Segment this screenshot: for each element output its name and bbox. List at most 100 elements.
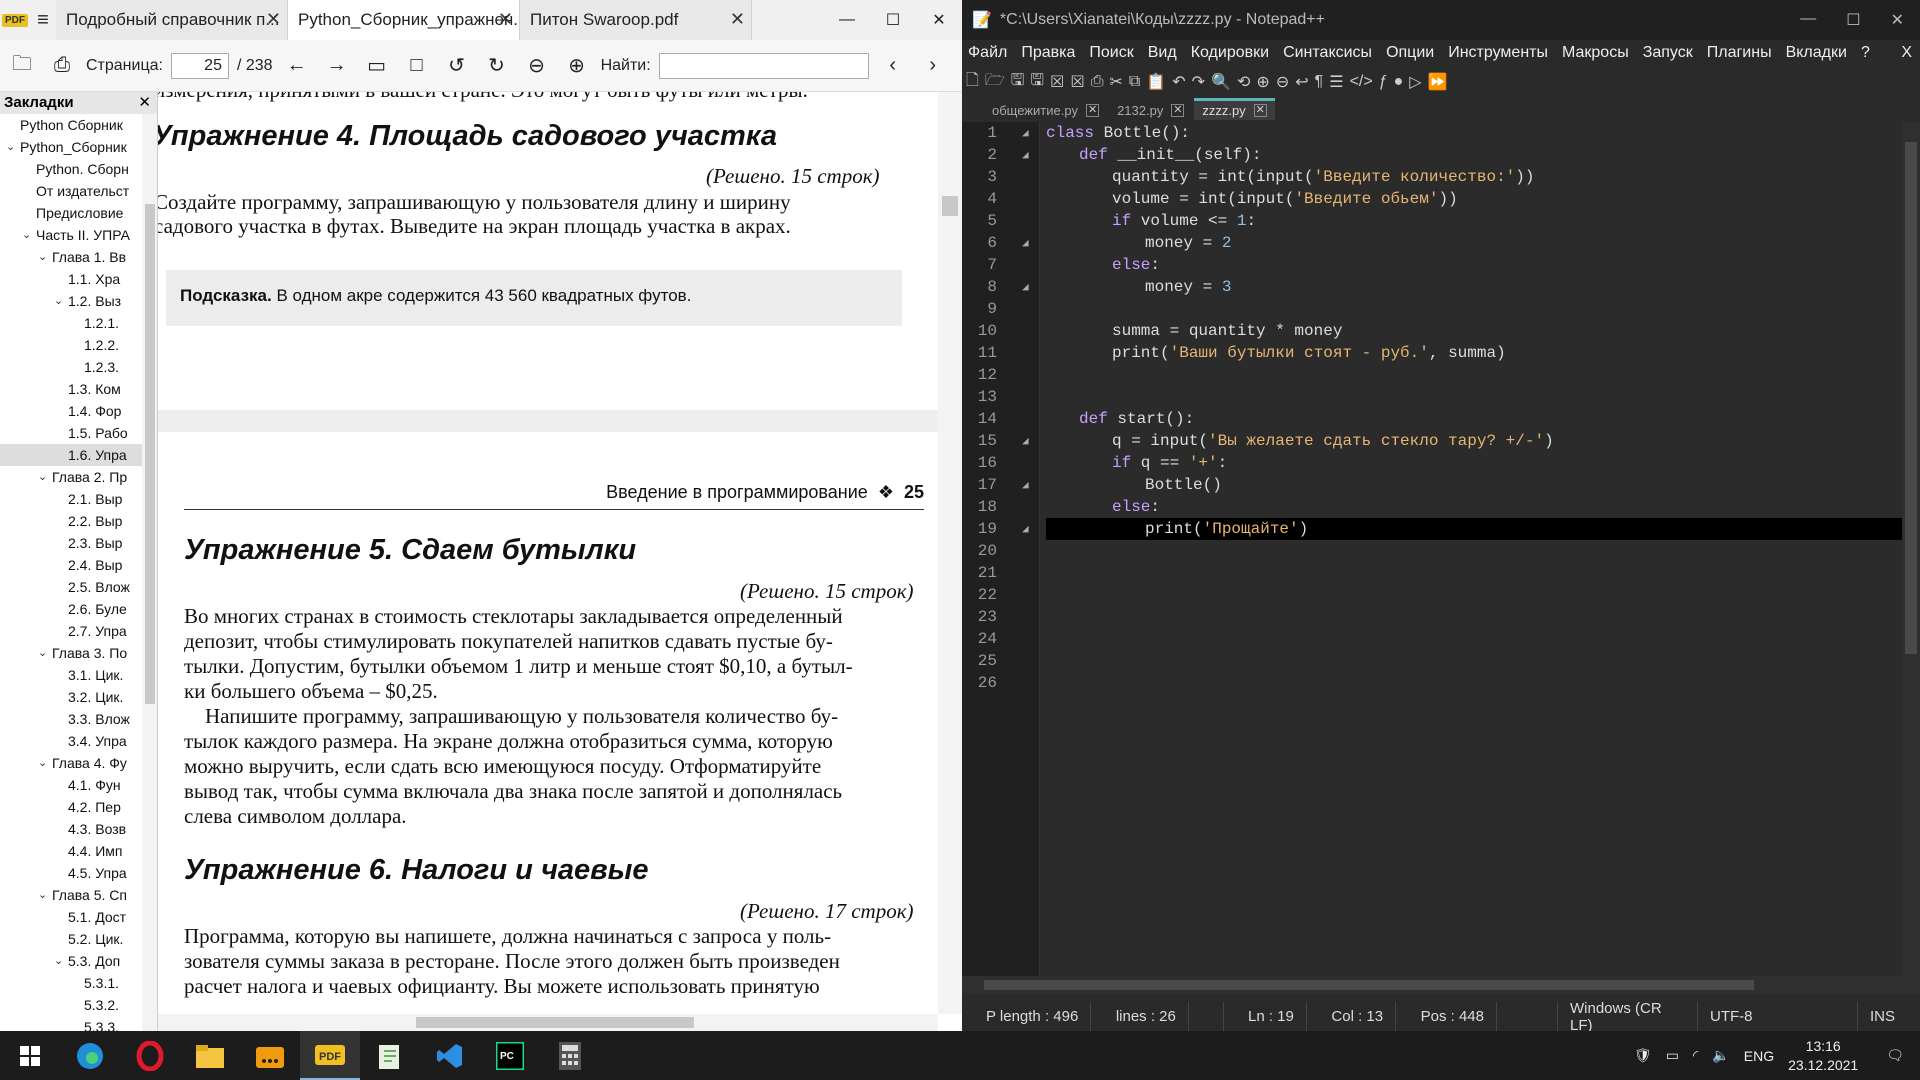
function-list-icon[interactable]: ƒ: [1379, 73, 1388, 91]
bookmark-item[interactable]: ⌄ Глава 5. Сп: [0, 884, 157, 906]
zoom-out-icon[interactable]: ⊖: [1276, 72, 1289, 92]
menu-item[interactable]: Запуск: [1643, 44, 1693, 62]
bookmark-item[interactable]: 4.4. Имп: [0, 840, 157, 862]
undo-icon[interactable]: ↶: [1172, 72, 1185, 92]
bookmark-item[interactable]: 1.6. Упра: [0, 444, 157, 466]
vscode-icon[interactable]: [420, 1031, 480, 1080]
bookmark-item[interactable]: 1.2.2.: [0, 334, 157, 356]
wifi-icon[interactable]: ◜: [1693, 1047, 1698, 1064]
file-tab[interactable]: zzzz.py ✕: [1194, 98, 1275, 120]
volume-icon[interactable]: 🔈: [1712, 1047, 1729, 1064]
bookmark-item[interactable]: 2.3. Выр: [0, 532, 157, 554]
bookmark-item[interactable]: 1.2.1.: [0, 312, 157, 334]
bookmark-item[interactable]: 1.3. Ком: [0, 378, 157, 400]
status-encoding[interactable]: UTF-8: [1698, 1002, 1858, 1031]
chevron-down-icon[interactable]: ⌄: [38, 752, 47, 774]
zoom-in-icon[interactable]: ⊕: [561, 50, 593, 82]
menu-item[interactable]: Файл: [968, 44, 1007, 62]
find-prev-icon[interactable]: ‹: [877, 50, 909, 82]
bookmark-item[interactable]: 1.5. Рабо: [0, 422, 157, 444]
fold-marker-icon[interactable]: ◢: [1022, 126, 1029, 140]
calculator-icon[interactable]: [540, 1031, 600, 1080]
bookmark-item[interactable]: 1.4. Фор: [0, 400, 157, 422]
scroll-thumb[interactable]: [1905, 142, 1917, 654]
code-editor[interactable]: 1 2 3 4 5 6 7 8 9 10 11 12 13 14 15 16 17 18 19 20 21 22 23 24 2…: [962, 122, 1920, 976]
bookmark-item[interactable]: 1.1. Хра: [0, 268, 157, 290]
redo-icon[interactable]: ↷: [1192, 72, 1205, 92]
code-icon[interactable]: </>: [1350, 73, 1373, 91]
clock[interactable]: 13:16 23.12.2021: [1788, 1037, 1858, 1075]
fold-marker-icon[interactable]: ◢: [1022, 522, 1029, 536]
close-all-icon[interactable]: ☒: [1070, 72, 1084, 92]
arrow-right-icon[interactable]: →: [321, 50, 353, 82]
file-explorer-icon[interactable]: [180, 1031, 240, 1080]
folder-app-icon[interactable]: [240, 1031, 300, 1080]
scroll-thumb[interactable]: [984, 980, 1754, 990]
record-macro-icon[interactable]: ●: [1394, 73, 1404, 91]
hamburger-menu-icon[interactable]: ≡: [30, 0, 56, 40]
find-input[interactable]: [658, 52, 869, 79]
close-icon[interactable]: ✕: [266, 9, 281, 30]
menu-item[interactable]: ?: [1861, 44, 1870, 62]
arrow-left-icon[interactable]: ←: [281, 50, 313, 82]
open-file-icon[interactable]: 🗁: [985, 69, 1005, 96]
fold-marker-icon[interactable]: ◢: [1022, 280, 1029, 294]
menu-item[interactable]: Плагины: [1707, 44, 1772, 62]
save-all-icon[interactable]: 🖫: [1030, 69, 1044, 96]
rotate-right-icon[interactable]: ↻: [481, 50, 513, 82]
opera-browser-icon[interactable]: [120, 1031, 180, 1080]
menu-item[interactable]: Вид: [1148, 44, 1177, 62]
chevron-down-icon[interactable]: ⌄: [54, 950, 63, 972]
paste-icon[interactable]: 📋: [1146, 72, 1166, 92]
bookmark-item[interactable]: 2.6. Буле: [0, 598, 157, 620]
pdf-tab-3[interactable]: Питон Swaroop.pdf ✕: [520, 0, 752, 40]
menu-item[interactable]: Инструменты: [1448, 44, 1548, 62]
new-file-icon[interactable]: 🗋: [966, 69, 979, 96]
bookmark-item[interactable]: 5.1. Дост: [0, 906, 157, 928]
bookmark-item[interactable]: ⌄ Часть II. УПРА: [0, 224, 157, 246]
sumatra-app-icon[interactable]: PDF: [0, 0, 30, 40]
close-file-icon[interactable]: ☒: [1050, 72, 1064, 92]
replace-icon[interactable]: ⟲: [1237, 72, 1250, 92]
notepad-plus-plus-icon[interactable]: [360, 1031, 420, 1080]
bookmark-item[interactable]: 2.2. Выр: [0, 510, 157, 532]
bookmarks-scrollbar[interactable]: [142, 114, 157, 1031]
menu-item[interactable]: Поиск: [1089, 44, 1133, 62]
open-folder-icon[interactable]: 🗀: [6, 50, 38, 82]
chevron-down-icon[interactable]: ⌄: [22, 224, 31, 246]
menu-item[interactable]: Кодировки: [1191, 44, 1269, 62]
minimize-icon[interactable]: —: [824, 0, 870, 40]
close-icon[interactable]: ✕: [1086, 103, 1100, 117]
zoom-in-icon[interactable]: ⊕: [1256, 72, 1269, 92]
security-shield-icon[interactable]: 🛡: [1634, 1047, 1652, 1064]
menu-item[interactable]: Правка: [1021, 44, 1075, 62]
pdf-tab-2[interactable]: Python_Сборник_упражнен... ✕: [288, 0, 520, 40]
start-windows-icon[interactable]: [0, 1031, 60, 1080]
status-eol[interactable]: Windows (CR LF): [1558, 1000, 1698, 1034]
minimize-icon[interactable]: —: [1800, 10, 1816, 30]
indent-guide-icon[interactable]: ☰: [1329, 72, 1343, 92]
scroll-thumb[interactable]: [942, 196, 958, 216]
bookmark-item[interactable]: 5.3.3.: [0, 1016, 157, 1031]
fold-marker-icon[interactable]: ◢: [1022, 148, 1029, 162]
bookmark-item[interactable]: 4.5. Упра: [0, 862, 157, 884]
editor-horizontal-scrollbar[interactable]: [962, 976, 1920, 994]
run-macro-multiple-icon[interactable]: ⏩: [1428, 72, 1448, 92]
bookmark-item[interactable]: Предисловие: [0, 202, 157, 224]
bookmark-item[interactable]: 2.4. Выр: [0, 554, 157, 576]
zoom-out-icon[interactable]: ⊖: [521, 50, 553, 82]
menu-item[interactable]: Синтаксисы: [1283, 44, 1372, 62]
cut-icon[interactable]: ✂: [1110, 72, 1123, 92]
menu-item[interactable]: Опции: [1386, 44, 1434, 62]
bookmark-item[interactable]: 3.2. Цик.: [0, 686, 157, 708]
bookmark-item[interactable]: Python Сборник: [0, 114, 157, 136]
chevron-down-icon[interactable]: ⌄: [38, 246, 47, 268]
bookmark-item[interactable]: 4.3. Возв: [0, 818, 157, 840]
close-window-icon[interactable]: ✕: [1891, 10, 1904, 30]
bookmark-item[interactable]: 3.3. Влож: [0, 708, 157, 730]
bookmark-item[interactable]: Python. Сборн: [0, 158, 157, 180]
bookmark-item[interactable]: 2.7. Упра: [0, 620, 157, 642]
word-wrap-icon[interactable]: ↩: [1295, 72, 1308, 92]
bookmark-item[interactable]: 2.1. Выр: [0, 488, 157, 510]
bookmark-item[interactable]: 3.4. Упра: [0, 730, 157, 752]
